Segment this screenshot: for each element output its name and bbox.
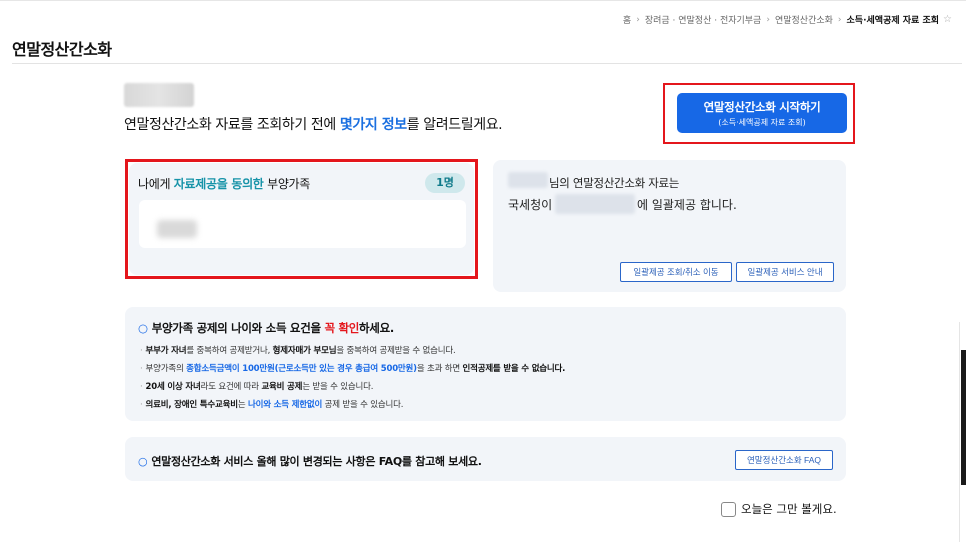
bulk-service-guide-button[interactable]: 일괄제공 서비스 안내 [736, 262, 834, 282]
requirements-title-prefix: 부양가족 공제의 나이와 소득 요건을 [151, 321, 325, 335]
page-title: 연말정산간소화 [12, 40, 112, 59]
requirement-item-4: · 의료비, 장애인 특수교육비는 나이와 소득 제한없이 공제 받을 수 있습니… [140, 398, 403, 410]
req-bold: 교육비 공제 [261, 382, 303, 392]
bulk-info-line1: 님의 연말정산간소화 자료는 [549, 176, 680, 190]
circle-bullet-icon: ○ [138, 321, 148, 335]
dependents-title: 나에게 자료제공을 동의한 부양가족 [138, 175, 310, 192]
req-text: 공제 받을 수 있습니다. [322, 400, 404, 410]
req-text: 는 [237, 400, 249, 410]
faq-button[interactable]: 연말정산간소화 FAQ [735, 450, 833, 470]
breadcrumb-separator: › [766, 14, 770, 25]
req-text: 는 받을 수 있습니다. [302, 382, 374, 392]
faq-message: 연말정산간소화 서비스 올해 많이 변경되는 사항은 FAQ를 참고해 보세요. [151, 455, 482, 468]
circle-bullet-icon: ○ [138, 455, 148, 468]
star-outline-icon[interactable]: ☆ [943, 14, 952, 25]
breadcrumb: 홈 › 장려금 · 연말정산 · 전자기부금 › 연말정산간소화 › 소득·세액… [623, 13, 952, 26]
dependents-title-prefix: 나에게 [138, 177, 174, 191]
dont-show-checkbox[interactable] [721, 501, 736, 517]
intro-prefix: 연말정산간소화 자료를 조회하기 전에 [124, 117, 340, 133]
requirements-title-suffix: 하세요. [359, 321, 394, 335]
requirements-title-red: 꼭 확인 [324, 321, 360, 335]
start-button-sublabel: (소득·세액공제 자료 조회) [718, 118, 806, 127]
redacted-company-name [555, 194, 635, 214]
breadcrumb-current: 소득·세액공제 자료 조회 [846, 16, 940, 26]
req-text: 라도 요건에 따라 [200, 382, 262, 392]
dot-bullet-icon: · [140, 364, 143, 374]
req-bold: 부부가 자녀 [145, 346, 187, 356]
intro-text: 연말정산간소화 자료를 조회하기 전에 몇가지 정보를 알려드릴게요. [124, 114, 503, 134]
redacted-dependent-name[interactable] [157, 220, 197, 238]
scrollbar-thumb[interactable] [961, 350, 966, 485]
dot-bullet-icon: · [140, 400, 143, 410]
requirement-item-1: · 부부가 자녀를 중복하여 공제받거나, 형제자매가 부모님을 중복하여 공제받… [140, 344, 456, 356]
intro-highlight: 몇가지 정보 [339, 117, 407, 133]
req-blue: 종합소득금액이 100만원(근로소득만 있는 경우 총급여 500만원) [186, 364, 417, 374]
breadcrumb-separator: › [636, 14, 640, 25]
req-text: 을 초과 하면 [416, 364, 463, 374]
req-bold: 20세 이상 자녀 [145, 382, 201, 392]
dependents-title-highlight: 자료제공을 동의한 [173, 177, 264, 191]
requirement-item-2: · 부양가족의 종합소득금액이 100만원(근로소득만 있는 경우 총급여 500… [140, 362, 565, 374]
title-divider [12, 63, 962, 64]
requirement-item-3: · 20세 이상 자녀라도 요건에 따라 교육비 공제는 받을 수 있습니다. [140, 380, 373, 392]
start-simplified-button[interactable]: 연말정산간소화 시작하기 (소득·세액공제 자료 조회) [677, 93, 847, 133]
dot-bullet-icon: · [140, 382, 143, 392]
dont-show-today[interactable]: 오늘은 그만 볼게요. [721, 501, 837, 517]
redacted-user-name [124, 83, 194, 107]
bulk-info-line2-suffix: 에 일괄제공 합니다. [637, 198, 737, 212]
redacted-user-name [508, 172, 548, 188]
breadcrumb-separator: › [837, 14, 842, 25]
req-bold: 인적공제를 받을 수 없습니다. [462, 364, 566, 374]
requirements-title: ○ 부양가족 공제의 나이와 소득 요건을 꼭 확인하세요. [138, 320, 394, 336]
bulk-info-line2-prefix: 국세청이 [508, 198, 553, 212]
dependents-count-badge: 1명 [425, 173, 465, 193]
req-blue: 나이와 소득 제한없이 [248, 400, 323, 410]
faq-text: ○ 연말정산간소화 서비스 올해 많이 변경되는 사항은 FAQ를 참고해 보세요… [138, 453, 482, 469]
req-bold: 의료비, 장애인 특수교육비 [145, 400, 239, 410]
bulk-view-cancel-button[interactable]: 일괄제공 조회/취소 이동 [620, 262, 732, 282]
breadcrumb-home[interactable]: 홈 [623, 13, 631, 26]
dependents-title-suffix: 부양가족 [263, 177, 311, 191]
start-button-label: 연말정산간소화 시작하기 [703, 100, 821, 114]
top-border [0, 0, 966, 1]
req-text: 을 중복하여 공제받을 수 없습니다. [336, 346, 456, 356]
req-bold: 형제자매가 부모님 [272, 346, 337, 356]
scrollbar[interactable] [959, 322, 966, 542]
intro-suffix: 를 알려드릴게요. [406, 117, 503, 133]
dont-show-label: 오늘은 그만 볼게요. [741, 502, 837, 516]
breadcrumb-item-incentives[interactable]: 장려금 · 연말정산 · 전자기부금 [645, 13, 762, 26]
req-text: 부양가족의 [145, 364, 187, 374]
breadcrumb-item-simplified[interactable]: 연말정산간소화 [775, 13, 833, 26]
req-text: 를 중복하여 공제받거나, [186, 346, 273, 356]
dot-bullet-icon: · [140, 346, 143, 356]
